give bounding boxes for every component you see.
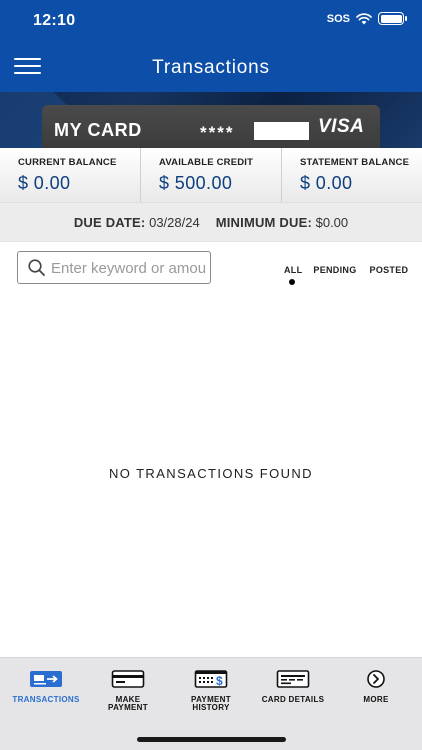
nav-card-details[interactable]: CARD DETAILS — [251, 670, 335, 704]
selected-indicator — [289, 279, 295, 285]
search-input[interactable] — [51, 256, 207, 280]
nav-transactions[interactable]: TRANSACTIONS — [4, 670, 88, 704]
card-banner: MY CARD **** VISA — [0, 92, 422, 148]
nav-more[interactable]: MORE — [334, 670, 418, 704]
battery-icon — [378, 12, 407, 25]
card-summary: MY CARD **** VISA — [42, 105, 380, 148]
nav-more-label: MORE — [363, 695, 389, 704]
app-header: 12:10 SOS Transactions — [0, 0, 422, 92]
filter-pending[interactable]: PENDING — [313, 265, 356, 275]
chevron-right-circle-icon — [367, 670, 385, 688]
nav-card-details-label: CARD DETAILS — [261, 695, 325, 704]
card-icon — [111, 670, 145, 688]
calendar-dollar-icon: $ — [194, 670, 228, 688]
nav-make-payment-label: MAKE PAYMENT — [108, 695, 148, 712]
statement-balance-label: STATEMENT BALANCE — [300, 157, 410, 168]
status-bar: 12:10 SOS — [0, 0, 422, 40]
available-credit: AVAILABLE CREDIT $ 500.00 — [140, 148, 281, 202]
nav-transactions-label: TRANSACTIONS — [12, 695, 80, 704]
card-masked-number: **** — [200, 123, 235, 142]
visa-logo: VISA — [318, 116, 365, 137]
status-time: 12:10 — [33, 12, 76, 29]
due-date-label: DUE DATE: — [73, 214, 146, 230]
filter-all-label: ALL — [284, 265, 303, 275]
available-credit-value: $ 500.00 — [159, 173, 233, 193]
nav-payment-history-label: PAYMENT HISTORY — [191, 695, 231, 712]
page-title: Transactions — [152, 57, 270, 78]
current-balance: CURRENT BALANCE $ 0.00 — [0, 148, 140, 202]
minimum-due-value: $0.00 — [315, 214, 349, 230]
nav-payment-history[interactable]: $ PAYMENT HISTORY — [169, 670, 253, 712]
statement-balance: STATEMENT BALANCE $ 0.00 — [281, 148, 422, 202]
filter-pending-label: PENDING — [313, 265, 357, 275]
status-icons: SOS — [326, 12, 407, 25]
card-number-redaction — [254, 122, 309, 140]
available-credit-label: AVAILABLE CREDIT — [159, 157, 254, 168]
wifi-icon — [356, 12, 372, 24]
svg-text:$: $ — [216, 674, 223, 688]
due-info: DUE DATE: 03/28/24 MINIMUM DUE: $0.00 — [0, 202, 422, 242]
transaction-filters: ALL PENDING POSTED — [284, 265, 409, 285]
current-balance-value: $ 0.00 — [18, 173, 71, 193]
due-date-value: 03/28/24 — [149, 214, 200, 230]
balance-summary: CURRENT BALANCE $ 0.00 AVAILABLE CREDIT … — [0, 148, 422, 202]
search-box[interactable] — [17, 251, 211, 284]
minimum-due-label: MINIMUM DUE: — [215, 214, 312, 230]
filter-posted-label: POSTED — [369, 265, 409, 275]
nav-make-payment[interactable]: MAKE PAYMENT — [86, 670, 170, 712]
empty-state-message: NO TRANSACTIONS FOUND — [109, 466, 313, 481]
sos-indicator: SOS — [326, 12, 350, 25]
statement-balance-value: $ 0.00 — [300, 173, 353, 193]
current-balance-label: CURRENT BALANCE — [18, 157, 117, 168]
search-icon — [28, 259, 45, 276]
card-transfer-icon — [30, 671, 62, 687]
home-indicator[interactable] — [137, 737, 286, 742]
card-name: MY CARD — [54, 120, 142, 140]
filter-all[interactable]: ALL — [284, 265, 303, 285]
filter-posted[interactable]: POSTED — [370, 265, 409, 275]
card-details-icon — [276, 670, 310, 688]
